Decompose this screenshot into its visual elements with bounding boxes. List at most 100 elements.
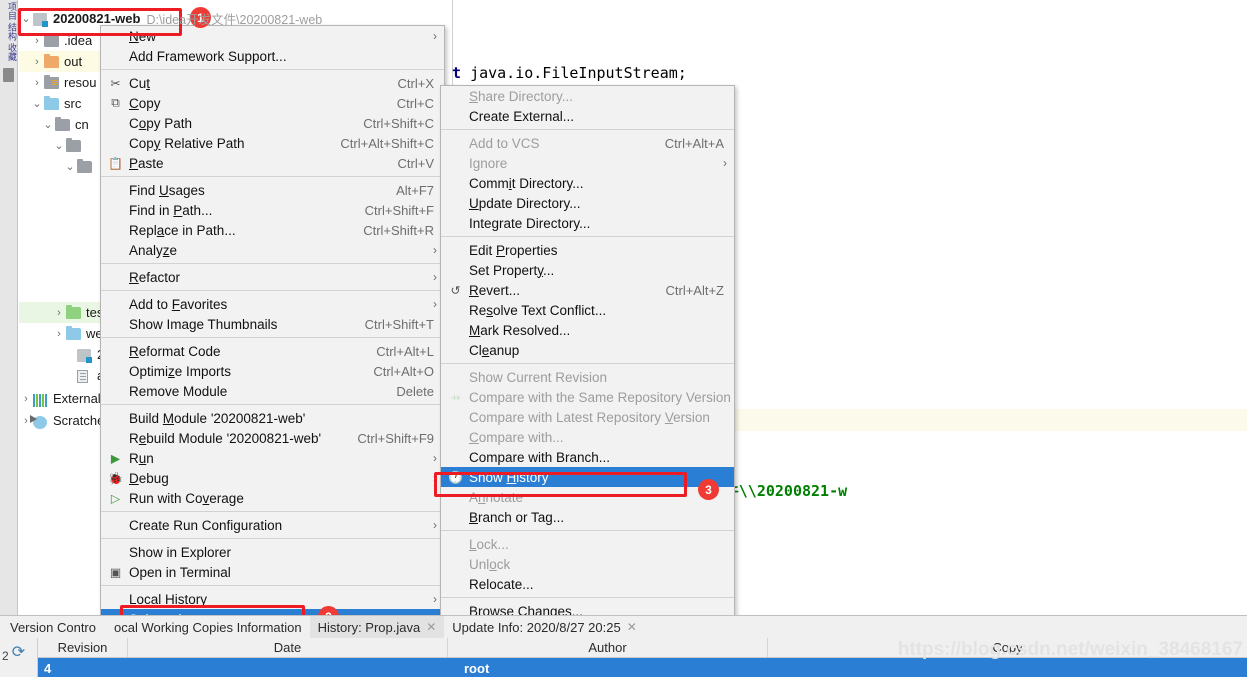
context-menu-item-create-run-configuration[interactable]: Create Run Configuration ›	[101, 515, 444, 535]
chevron-down-icon[interactable]: ⌄	[52, 139, 66, 152]
module-icon	[77, 348, 93, 363]
subversion-submenu-item-set-property[interactable]: Set Property...	[441, 260, 734, 280]
context-menu-item-copy-relative-path[interactable]: Copy Relative Path Ctrl+Alt+Shift+C	[101, 133, 444, 153]
scrollbar-thumb[interactable]	[3, 68, 14, 82]
tab-update-info[interactable]: Update Info: 2020/8/27 20:25 ✕	[444, 616, 644, 638]
tab-history-prop-java[interactable]: History: Prop.java ✕	[309, 616, 445, 638]
context-menu-item-reformat-code[interactable]: Reformat Code Ctrl+Alt+L	[101, 341, 444, 361]
tree-node-label: .idea	[64, 33, 93, 48]
menu-item-label: Unlock	[469, 556, 511, 572]
column-header-revision[interactable]: Revision	[38, 638, 128, 657]
chevron-down-icon[interactable]: ⌄	[41, 118, 55, 131]
version-control-panel[interactable]: Version Contro ocal Working Copies Infor…	[0, 615, 1247, 677]
chevron-down-icon[interactable]: ⌄	[19, 12, 33, 25]
table-row[interactable]: 4 root	[38, 658, 1247, 677]
context-menu-item-local-history[interactable]: Local History ›	[101, 589, 444, 609]
chevron-right-icon[interactable]: ›	[30, 35, 44, 47]
context-menu-item-run[interactable]: ▶ Run ›	[101, 448, 444, 468]
refresh-icon[interactable]: ⟳	[12, 642, 25, 662]
menu-separator	[101, 585, 444, 586]
context-menu-item-add-to-favorites[interactable]: Add to Favorites ›	[101, 294, 444, 314]
menu-separator	[441, 236, 734, 237]
column-header-copy[interactable]: Copy	[768, 638, 1247, 657]
subversion-submenu-item-edit-properties[interactable]: Edit Properties	[441, 240, 734, 260]
tree-node-label: cn	[75, 117, 89, 132]
subversion-submenu-item-compare-with-branch[interactable]: Compare with Branch...	[441, 447, 734, 467]
column-header-author[interactable]: Author	[448, 638, 768, 657]
panel-left-number: 2	[2, 649, 9, 663]
chevron-right-icon: ›	[433, 270, 437, 284]
context-menu-item-find-in-path[interactable]: Find in Path... Ctrl+Shift+F	[101, 200, 444, 220]
package-icon	[55, 116, 71, 132]
tree-node-label: resou	[64, 75, 97, 90]
context-menu-item-find-usages[interactable]: Find Usages Alt+F7	[101, 180, 444, 200]
context-menu-item-rebuild-module-20200821-web[interactable]: Rebuild Module '20200821-web' Ctrl+Shift+…	[101, 428, 444, 448]
menu-item-label: Share Directory...	[469, 88, 574, 104]
context-menu-item-run-with-coverage[interactable]: ▷ Run with Coverage	[101, 488, 444, 508]
menu-separator	[441, 530, 734, 531]
left-tool-window-strip[interactable]: 项目 结构 收藏	[0, 0, 18, 615]
menu-item-shortcut: Ctrl+Alt+L	[376, 343, 434, 359]
chevron-right-icon[interactable]: ›	[52, 307, 66, 319]
tab-local-working-copies[interactable]: ocal Working Copies Information	[106, 616, 310, 638]
chevron-right-icon[interactable]: ›	[30, 77, 44, 89]
chevron-right-icon: ›	[433, 29, 437, 43]
context-menu-item-remove-module[interactable]: Remove Module Delete	[101, 381, 444, 401]
tool-window-label[interactable]: 项目 结构 收藏	[1, 2, 17, 61]
context-menu-item-paste[interactable]: 📋 Paste Ctrl+V	[101, 153, 444, 173]
menu-item-label: Debug	[129, 470, 169, 486]
close-icon[interactable]: ✕	[627, 620, 637, 634]
chevron-right-icon[interactable]: ›	[52, 328, 66, 340]
context-menu-item-cut[interactable]: ✂ Cut Ctrl+X	[101, 73, 444, 93]
column-header-date[interactable]: Date	[128, 638, 448, 657]
history-clock-icon: 🕐	[448, 470, 463, 484]
menu-item-label: Copy Relative Path	[129, 135, 245, 151]
subversion-submenu[interactable]: Share Directory... Create External... Add …	[440, 85, 735, 622]
subversion-submenu-item-cleanup[interactable]: Cleanup	[441, 340, 734, 360]
chevron-down-icon[interactable]: ⌄	[63, 160, 77, 173]
tree-node-path: D:\idea开发文件\20200821-web	[146, 13, 323, 27]
module-context-menu[interactable]: New › Add Framework Support... ✂ Cut Ctrl+X ⧉ C…	[100, 25, 445, 670]
subversion-submenu-item-relocate[interactable]: Relocate...	[441, 574, 734, 594]
context-menu-item-refactor[interactable]: Refactor ›	[101, 267, 444, 287]
menu-item-label: Run with Coverage	[129, 490, 244, 506]
chevron-right-icon[interactable]: ›	[30, 56, 44, 68]
menu-separator	[101, 69, 444, 70]
compare-icon: ⇸	[450, 390, 461, 404]
context-menu-item-new[interactable]: New ›	[101, 26, 444, 46]
subversion-submenu-item-commit-directory[interactable]: Commit Directory...	[441, 173, 734, 193]
subversion-submenu-item-branch-or-tag[interactable]: Branch or Tag...	[441, 507, 734, 527]
menu-item-shortcut: Ctrl+Alt+Shift+C	[340, 135, 434, 151]
context-menu-item-analyze[interactable]: Analyze ›	[101, 240, 444, 260]
menu-separator	[441, 597, 734, 598]
tree-node-20200821-web[interactable]: ⌄ 20200821-web D:\idea开发文件\20200821-web	[19, 8, 459, 29]
context-menu-item-copy[interactable]: ⧉ Copy Ctrl+C	[101, 93, 444, 113]
context-menu-item-add-framework-support[interactable]: Add Framework Support...	[101, 46, 444, 66]
subversion-submenu-item-create-external[interactable]: Create External...	[441, 106, 734, 126]
chevron-right-icon[interactable]: ›	[19, 393, 33, 405]
context-menu-item-debug[interactable]: 🐞 Debug ›	[101, 468, 444, 488]
chevron-right-icon: ›	[433, 451, 437, 465]
version-control-tabbar[interactable]: Version Contro ocal Working Copies Infor…	[0, 616, 1247, 638]
subversion-submenu-item-show-history[interactable]: 🕐 Show History	[441, 467, 734, 487]
context-menu-item-show-in-explorer[interactable]: Show in Explorer	[101, 542, 444, 562]
chevron-down-icon[interactable]: ⌄	[30, 97, 44, 110]
close-icon[interactable]: ✕	[426, 620, 436, 634]
folder-orange-icon	[44, 53, 60, 69]
menu-separator	[101, 337, 444, 338]
context-menu-item-replace-in-path[interactable]: Replace in Path... Ctrl+Shift+R	[101, 220, 444, 240]
subversion-submenu-item-revert[interactable]: ↺ Revert... Ctrl+Alt+Z	[441, 280, 734, 300]
context-menu-item-show-image-thumbnails[interactable]: Show Image Thumbnails Ctrl+Shift+T	[101, 314, 444, 334]
menu-item-label: Integrate Directory...	[469, 215, 591, 231]
subversion-submenu-item-update-directory[interactable]: Update Directory...	[441, 193, 734, 213]
subversion-submenu-item-integrate-directory[interactable]: Integrate Directory...	[441, 213, 734, 233]
context-menu-item-open-in-terminal[interactable]: ▣ Open in Terminal	[101, 562, 444, 582]
context-menu-item-optimize-imports[interactable]: Optimize Imports Ctrl+Alt+O	[101, 361, 444, 381]
subversion-submenu-item-compare-with-latest-repository-version: Compare with Latest Repository Version	[441, 407, 734, 427]
subversion-submenu-item-mark-resolved[interactable]: Mark Resolved...	[441, 320, 734, 340]
history-table-header: Revision Date Author Copy	[38, 638, 1247, 658]
context-menu-item-copy-path[interactable]: Copy Path Ctrl+Shift+C	[101, 113, 444, 133]
subversion-submenu-item-resolve-text-conflict[interactable]: Resolve Text Conflict...	[441, 300, 734, 320]
menu-item-shortcut: Ctrl+Shift+T	[364, 316, 434, 332]
context-menu-item-build-module-20200821-web[interactable]: Build Module '20200821-web'	[101, 408, 444, 428]
